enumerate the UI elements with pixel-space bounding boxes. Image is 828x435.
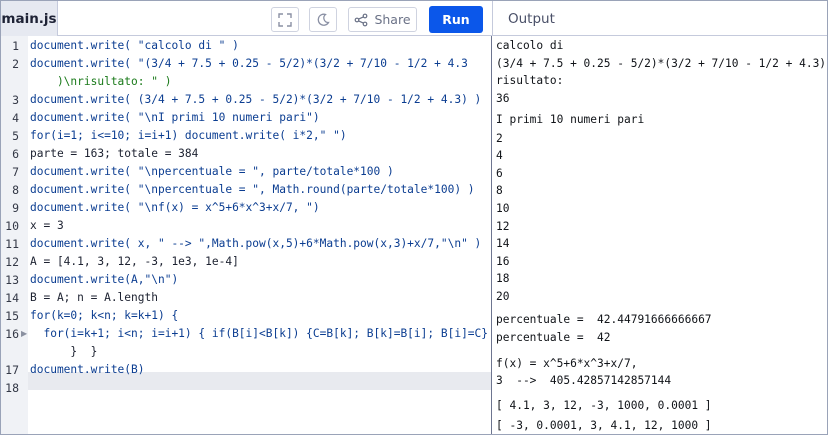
code-line: A = [4.1, 3, 12, -3, 1e3, 1e-4] [30, 255, 239, 268]
output-line: 8 [496, 184, 503, 197]
output-line: [ 4.1, 3, 12, -3, 1000, 0.0001 ] [496, 399, 712, 412]
output-line: 20 [496, 290, 510, 303]
line-number: 9 [12, 201, 19, 215]
code-line-wrapped: )\nrisultato: " ) [30, 75, 172, 88]
output-line: 3 --> 405.42857142857144 [496, 374, 672, 387]
code-line: for(i=1; i<=10; i=i+1) document.write( i… [30, 129, 347, 142]
code-line: for(i=k+1; i<n; i=i+1) { if(B[i]<B[k]) {… [30, 327, 489, 340]
code-line: document.write(B) [30, 363, 145, 376]
output-line: [ -3, 0.0001, 3, 4.1, 12, 1000 ] [496, 419, 712, 432]
line-number: 3 [12, 93, 19, 107]
code-line: document.write( "\npercentuale = ", Math… [30, 183, 475, 196]
fold-toggle-icon[interactable]: ▶ [21, 325, 27, 343]
code-editor[interactable]: 1 2 3 4 5 6 7 8 9 10 11 12 13 14 15 16 1… [1, 36, 491, 434]
code-line-wrapped: } } [30, 345, 98, 358]
line-number: 2 [12, 57, 19, 71]
line-number: 16 [5, 327, 19, 341]
code-line: document.write( x, " --> ",Math.pow(x,5)… [30, 237, 482, 250]
header-divider [492, 1, 493, 36]
output-line: (3/4 + 7.5 + 0.25 - 5/2)*(3/2 + 7/10 - 1… [496, 57, 827, 70]
line-number: 1 [12, 39, 19, 53]
line-number: 6 [12, 147, 19, 161]
code-line: for(k=0; k<n; k=k+1) { [30, 309, 179, 322]
share-icon [355, 13, 368, 26]
file-tab-main-js[interactable]: main.js [1, 1, 58, 36]
share-button[interactable]: Share [348, 7, 417, 32]
code-line: document.write( (3/4 + 7.5 + 0.25 - 5/2)… [30, 93, 482, 106]
output-panel-title: Output [508, 10, 555, 27]
output-line: 36 [496, 92, 510, 105]
line-number: 17 [5, 363, 19, 377]
line-number: 13 [5, 273, 19, 287]
code-line: B = A; n = A.length [30, 291, 158, 304]
output-panel: calcolo di (3/4 + 7.5 + 0.25 - 5/2)*(3/2… [492, 36, 827, 434]
output-line: 18 [496, 272, 510, 285]
code-line: document.write( "\nI primi 10 numeri par… [30, 111, 320, 124]
output-line: I primi 10 numeri pari [496, 113, 645, 126]
code-line: document.write(A,"\n") [30, 273, 179, 286]
fullscreen-button[interactable] [271, 7, 299, 32]
output-line: 16 [496, 255, 510, 268]
line-number: 18 [5, 381, 19, 395]
line-number: 14 [5, 291, 19, 305]
toolbar: main.js Share Run Output [1, 1, 827, 36]
output-line: percentuale = 42.44791666666667 [496, 313, 712, 326]
output-line: calcolo di [496, 39, 564, 52]
line-number: 5 [12, 129, 19, 143]
output-line: f(x) = x^5+6*x^3+x/7, [496, 357, 638, 370]
code-line: document.write( "\npercentuale = ", part… [30, 165, 394, 178]
output-line: 12 [496, 220, 510, 233]
line-number: 10 [5, 219, 19, 233]
line-number: 7 [12, 165, 19, 179]
output-line: risultato: [496, 74, 564, 87]
output-line: 14 [496, 237, 510, 250]
line-number: 11 [5, 237, 19, 251]
line-number: 4 [12, 111, 19, 125]
share-label: Share [374, 12, 411, 27]
theme-toggle-button[interactable] [309, 7, 337, 32]
code-line: parte = 163; totale = 384 [30, 147, 199, 160]
line-number: 15 [5, 309, 19, 323]
output-line: 4 [496, 149, 503, 162]
run-button[interactable]: Run [429, 6, 483, 33]
code-line: document.write( "calcolo di " ) [30, 39, 239, 52]
code-line: document.write( "\nf(x) = x^5+6*x^3+x/7,… [30, 201, 320, 214]
code-line: document.write( "(3/4 + 7.5 + 0.25 - 5/2… [30, 57, 468, 70]
output-line: 2 [496, 132, 503, 145]
moon-icon [317, 13, 330, 26]
output-line: percentuale = 42 [496, 331, 611, 344]
line-number: 8 [12, 183, 19, 197]
line-number: 12 [5, 255, 19, 269]
code-line: x = 3 [30, 219, 64, 232]
output-line: 10 [496, 202, 510, 215]
fullscreen-icon [278, 12, 292, 27]
output-line: 6 [496, 167, 503, 180]
